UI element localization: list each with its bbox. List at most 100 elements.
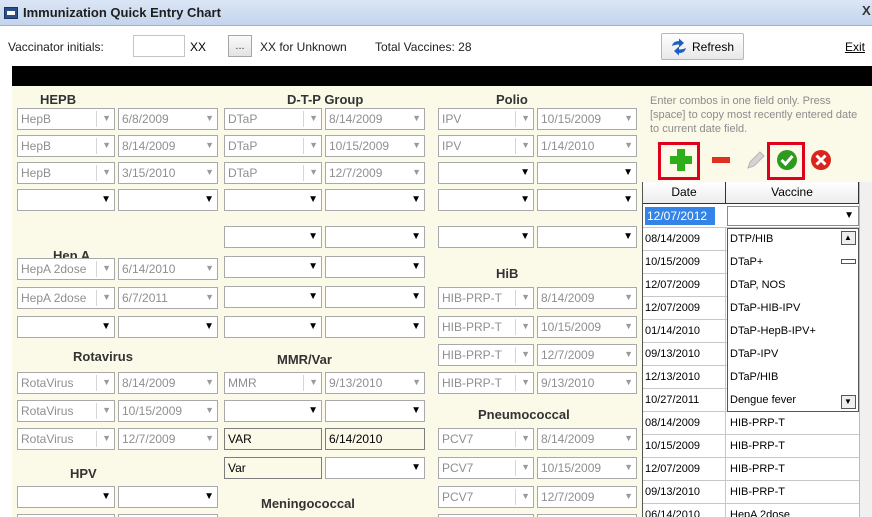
dtp-date-3[interactable]: 12/7/2009 ▼ [325, 162, 425, 184]
hepb-vaccine-1[interactable]: HepB ▼ [17, 108, 115, 130]
rota-date-1[interactable]: 8/14/2009 ▼ [118, 372, 218, 394]
table-row[interactable]: 09/13/2010 HIB-PRP-T [643, 481, 859, 504]
dropdown-option[interactable]: DTaP/HIB [730, 371, 778, 383]
hib-date-2[interactable]: 10/15/2009 ▼ [537, 316, 637, 338]
exit-link[interactable]: Exit [845, 40, 865, 54]
hib-vaccine-2[interactable]: HIB-PRP-T ▼ [438, 316, 534, 338]
table-row[interactable]: 06/14/2010 HepA 2dose [643, 504, 859, 517]
table-row[interactable]: 10/15/2009 HIB-PRP-T [643, 435, 859, 458]
pcv-date-3[interactable]: 12/7/2009 ▼ [537, 486, 637, 508]
dtp-date-8[interactable]: ▼ [325, 316, 425, 338]
hepb-date-4[interactable]: ▼ [118, 189, 218, 211]
dtp-date-4[interactable]: ▼ [325, 189, 425, 211]
hepa-vaccine-1[interactable]: HepA 2dose ▼ [17, 258, 115, 280]
dtp-vaccine-3[interactable]: DTaP ▼ [224, 162, 322, 184]
hib-vaccine-4[interactable]: HIB-PRP-T ▼ [438, 372, 534, 394]
polio-vaccine-3[interactable]: ▼ [438, 162, 534, 184]
new-vaccine-combo[interactable]: ▼ [727, 206, 859, 226]
rota-vaccine-3[interactable]: RotaVirus ▼ [17, 428, 115, 450]
hepb-vaccine-4[interactable]: ▼ [17, 189, 115, 211]
polio-date-2[interactable]: 1/14/2010 ▼ [537, 135, 637, 157]
dropdown-option[interactable]: DTaP, NOS [730, 279, 785, 291]
hepa-date-3[interactable]: ▼ [118, 316, 218, 338]
hib-date-3[interactable]: 12/7/2009 ▼ [537, 344, 637, 366]
dtp-vaccine-8[interactable]: ▼ [224, 316, 322, 338]
hepb-vaccine-3[interactable]: HepB ▼ [17, 162, 115, 184]
dtp-vaccine-1[interactable]: DTaP ▼ [224, 108, 322, 130]
polio-date-3[interactable]: ▼ [537, 162, 637, 184]
dtp-vaccine-7[interactable]: ▼ [224, 286, 322, 308]
polio-date-1[interactable]: 10/15/2009 ▼ [537, 108, 637, 130]
polio-vaccine-1[interactable]: IPV ▼ [438, 108, 534, 130]
dropdown-option[interactable]: DTaP-IPV [730, 348, 778, 360]
vaccine-dropdown-list[interactable]: DTP/HIB DTaP+ DTaP, NOS DTaP-HIB-IPV DTa… [727, 228, 859, 412]
dropdown-scroll-thumb[interactable] [841, 259, 856, 264]
mmr-date-1[interactable]: 9/13/2010 ▼ [325, 372, 425, 394]
pcv-date-2[interactable]: 10/15/2009 ▼ [537, 457, 637, 479]
polio-date-4[interactable]: ▼ [537, 189, 637, 211]
mmr-date-2[interactable]: ▼ [325, 400, 425, 422]
hepa-date-1[interactable]: 6/14/2010 ▼ [118, 258, 218, 280]
table-row[interactable]: 08/14/2009 HIB-PRP-T [643, 412, 859, 435]
browse-button[interactable]: ... [228, 35, 252, 57]
table-row[interactable]: 12/07/2009 HIB-PRP-T [643, 458, 859, 481]
refresh-button[interactable]: Refresh [661, 33, 744, 60]
mmr-vaccine-2[interactable]: ▼ [224, 400, 322, 422]
rota-date-2[interactable]: 10/15/2009 ▼ [118, 400, 218, 422]
dtp-vaccine-6[interactable]: ▼ [224, 256, 322, 278]
var-vaccine-1[interactable]: VAR [224, 428, 322, 450]
dropdown-scroll-down[interactable]: ▼ [841, 395, 856, 409]
hpv-date-1[interactable]: ▼ [118, 486, 218, 508]
close-button[interactable]: X [862, 3, 872, 21]
var-vaccine-2[interactable]: Var [224, 457, 322, 479]
polio-vaccine-2[interactable]: IPV ▼ [438, 135, 534, 157]
dropdown-option[interactable]: DTP/HIB [730, 233, 773, 245]
cancel-button[interactable] [806, 146, 836, 174]
dtp-date-6[interactable]: ▼ [325, 256, 425, 278]
pcv-date-1[interactable]: 8/14/2009 ▼ [537, 428, 637, 450]
dtp-date-1[interactable]: 8/14/2009 ▼ [325, 108, 425, 130]
hib-date-1[interactable]: 8/14/2009 ▼ [537, 287, 637, 309]
hepa-date-2[interactable]: 6/7/2011 ▼ [118, 287, 218, 309]
dtp-date-2[interactable]: 10/15/2009 ▼ [325, 135, 425, 157]
dtp-vaccine-2[interactable]: DTaP ▼ [224, 135, 322, 157]
dtp-vaccine-5[interactable]: ▼ [224, 226, 322, 248]
grid-scrollbar[interactable] [859, 182, 872, 517]
hepb-date-3[interactable]: 3/15/2010 ▼ [118, 162, 218, 184]
var-date-1[interactable]: 6/14/2010 [325, 428, 425, 450]
hpv-vaccine-1[interactable]: ▼ [17, 486, 115, 508]
grid-header-date[interactable]: Date [643, 182, 726, 204]
edit-button[interactable] [740, 146, 770, 174]
hepa-vaccine-3[interactable]: ▼ [17, 316, 115, 338]
dtp-vaccine-4[interactable]: ▼ [224, 189, 322, 211]
hepb-vaccine-2[interactable]: HepB ▼ [17, 135, 115, 157]
grid-header-vaccine[interactable]: Vaccine [726, 182, 859, 204]
vaccinator-initials-input[interactable] [133, 35, 185, 57]
pcv-vaccine-2[interactable]: PCV7 ▼ [438, 457, 534, 479]
hib-vaccine-3[interactable]: HIB-PRP-T ▼ [438, 344, 534, 366]
hepa-vaccine-2[interactable]: HepA 2dose ▼ [17, 287, 115, 309]
dtp-date-7[interactable]: ▼ [325, 286, 425, 308]
polio-vaccine-5[interactable]: ▼ [438, 226, 534, 248]
hepb-date-1[interactable]: 6/8/2009 ▼ [118, 108, 218, 130]
rota-vaccine-2[interactable]: RotaVirus ▼ [17, 400, 115, 422]
mmr-vaccine-1[interactable]: MMR ▼ [224, 372, 322, 394]
pcv-vaccine-1[interactable]: PCV7 ▼ [438, 428, 534, 450]
pcv-vaccine-3[interactable]: PCV7 ▼ [438, 486, 534, 508]
dropdown-option[interactable]: Dengue fever [730, 394, 796, 406]
polio-date-5[interactable]: ▼ [537, 226, 637, 248]
remove-button[interactable] [706, 146, 736, 174]
dropdown-option[interactable]: DTaP+ [730, 256, 763, 268]
new-date-cell[interactable]: 12/07/2012 [645, 207, 715, 225]
dtp-date-5[interactable]: ▼ [325, 226, 425, 248]
hib-vaccine-1[interactable]: HIB-PRP-T ▼ [438, 287, 534, 309]
dropdown-option[interactable]: DTaP-HIB-IPV [730, 302, 800, 314]
dropdown-option[interactable]: DTaP-HepB-IPV+ [730, 325, 816, 337]
rota-date-3[interactable]: 12/7/2009 ▼ [118, 428, 218, 450]
rota-vaccine-1[interactable]: RotaVirus ▼ [17, 372, 115, 394]
dropdown-scroll-up[interactable]: ▲ [841, 231, 856, 245]
var-date-2[interactable]: ▼ [325, 457, 425, 479]
hib-date-4[interactable]: 9/13/2010 ▼ [537, 372, 637, 394]
hepb-date-2[interactable]: 8/14/2009 ▼ [118, 135, 218, 157]
polio-vaccine-4[interactable]: ▼ [438, 189, 534, 211]
